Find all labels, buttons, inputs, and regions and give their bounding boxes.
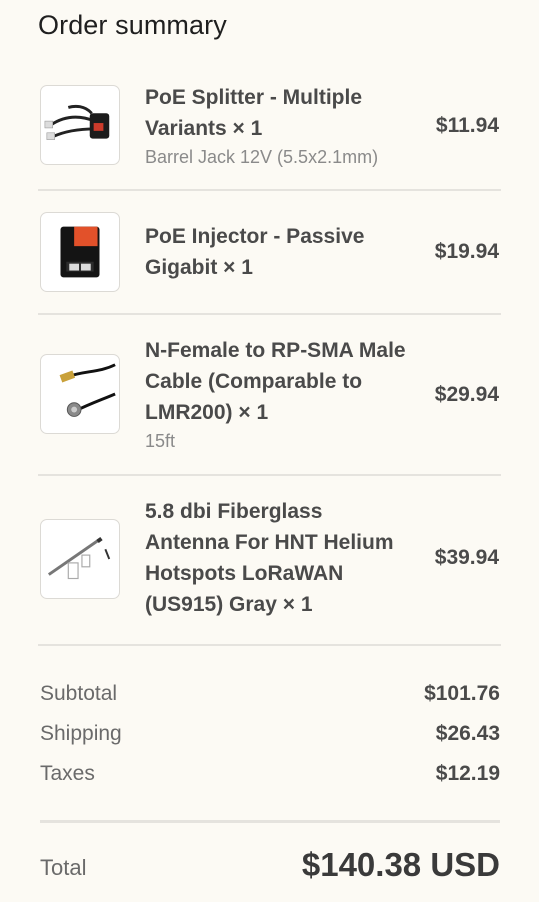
subtotal-label: Subtotal — [40, 682, 118, 705]
subtotal-value: $101.76 — [424, 682, 500, 705]
item-name: 5.8 dbi Fiberglass Antenna For HNT Heliu… — [145, 500, 394, 616]
product-thumbnail — [40, 212, 120, 292]
taxes-label: Taxes — [40, 762, 95, 785]
item-price: $11.94 — [435, 114, 499, 137]
line-item: PoE Injector - Passive Gigabit × 1 $19.9… — [38, 189, 501, 315]
item-variant: 15ft — [145, 431, 176, 451]
cable-image — [59, 363, 116, 417]
poe-injector-image — [60, 226, 100, 278]
item-price: $19.94 — [434, 240, 499, 263]
line-item: 5.8 dbi Fiberglass Antenna For HNT Heliu… — [38, 474, 501, 646]
item-name: PoE Splitter - Multiple Variants × 1 — [145, 86, 363, 140]
total-value: $140.38 USD — [301, 846, 500, 883]
line-item: N-Female to RP-SMA Male Cable (Comparabl… — [38, 313, 501, 476]
item-name: PoE Injector - Passive Gigabit × 1 — [145, 225, 365, 279]
taxes-value: $12.19 — [435, 762, 500, 785]
line-item: PoE Splitter - Multiple Variants × 1 Bar… — [38, 76, 501, 191]
page-title: Order summary — [38, 10, 227, 40]
product-thumbnail — [40, 519, 120, 599]
shipping-value: $26.43 — [435, 722, 500, 745]
product-thumbnail — [40, 85, 120, 165]
order-summary-page: Order summary PoE Splitter - Multiple Va… — [0, 0, 539, 902]
shipping-label: Shipping — [40, 722, 122, 745]
item-variant: Barrel Jack 12V (5.5x2.1mm) — [145, 147, 379, 167]
total-label: Total — [40, 855, 87, 880]
item-price: $29.94 — [434, 383, 499, 406]
product-thumbnail — [40, 354, 120, 434]
antenna-image — [47, 536, 111, 580]
divider — [40, 820, 500, 823]
poe-splitter-image — [44, 104, 110, 140]
item-name: N-Female to RP-SMA Male Cable (Comparabl… — [145, 339, 406, 424]
item-price: $39.94 — [434, 546, 499, 569]
